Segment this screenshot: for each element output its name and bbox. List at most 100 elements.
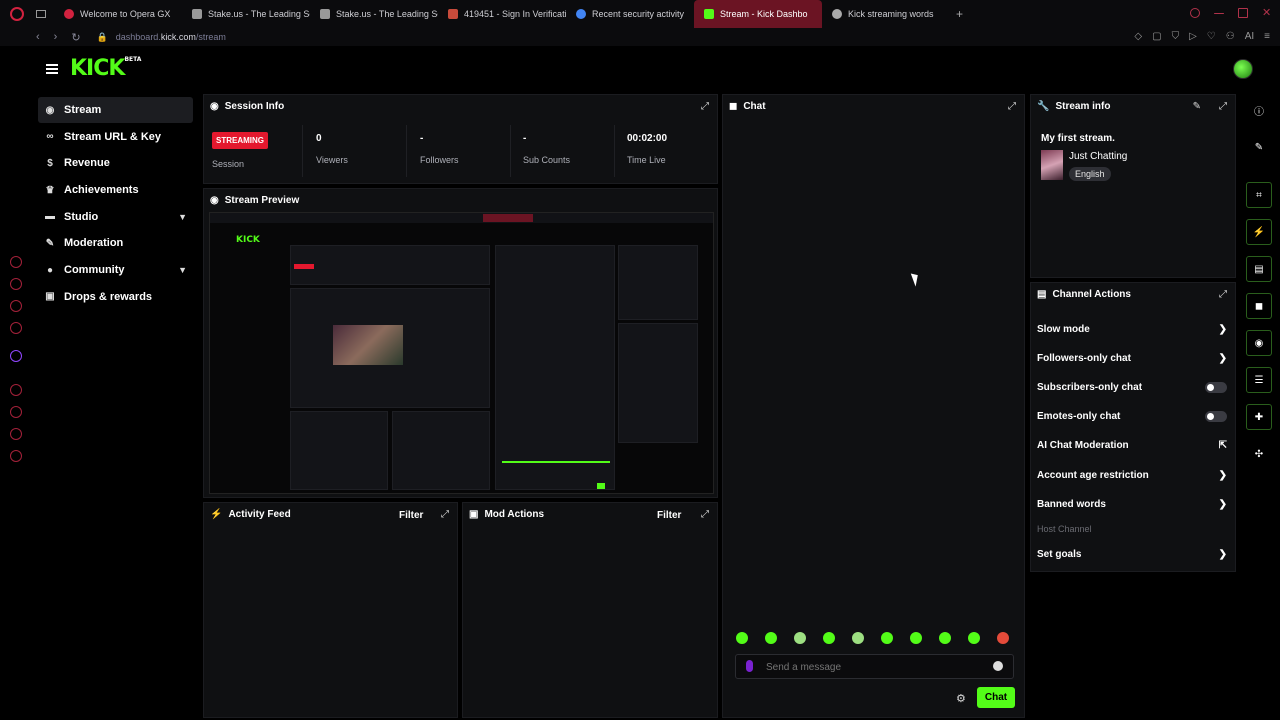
- player-icon[interactable]: ▷: [1189, 31, 1197, 42]
- preview-chat-button: [597, 483, 605, 489]
- popout-icon[interactable]: ⤢: [1008, 101, 1016, 112]
- account-age-restriction-item[interactable]: Account age restriction ❯: [1037, 465, 1231, 485]
- browser-tab[interactable]: Kick streaming words: [822, 0, 950, 28]
- emote-icon[interactable]: [794, 632, 806, 644]
- document-icon[interactable]: ▤: [1246, 256, 1272, 282]
- category-thumbnail: [1041, 150, 1063, 180]
- popout-icon[interactable]: ⤢: [441, 509, 449, 520]
- preview-session-panel: [290, 245, 490, 285]
- twitch-icon[interactable]: [10, 350, 22, 362]
- emoji-icon[interactable]: [993, 661, 1003, 671]
- chat-icon[interactable]: ◼: [1246, 293, 1272, 319]
- external-link-icon: ⇱: [1218, 439, 1227, 451]
- emotes-only-toggle[interactable]: [1205, 410, 1227, 422]
- chevron-down-icon[interactable]: ▼: [178, 212, 187, 222]
- stream-category[interactable]: Just Chatting: [1069, 151, 1127, 162]
- browser-tab-active[interactable]: Stream - Kick Dashbo: [694, 0, 822, 28]
- chat-message-input[interactable]: [766, 659, 986, 675]
- popout-icon[interactable]: ⤢: [1219, 101, 1227, 112]
- maximize-icon[interactable]: [1238, 8, 1248, 18]
- opera-sidebar-icon[interactable]: [10, 278, 22, 290]
- subscribers-only-toggle[interactable]: [1205, 381, 1227, 393]
- opera-sidebar-icon[interactable]: [10, 428, 22, 440]
- avatar[interactable]: [1233, 59, 1253, 79]
- popout-icon[interactable]: ⤢: [701, 509, 709, 520]
- shield-icon[interactable]: ⛉: [1172, 31, 1180, 42]
- history-icon[interactable]: [10, 406, 22, 418]
- filter-button[interactable]: Filter: [399, 510, 423, 521]
- chat-settings-gear-icon[interactable]: ⚙: [956, 692, 966, 705]
- emote-icon[interactable]: [881, 632, 893, 644]
- url-text[interactable]: dashboard.kick.com/stream: [116, 32, 226, 42]
- emote-icon[interactable]: [852, 632, 864, 644]
- set-goals-item[interactable]: Set goals ❯: [1037, 544, 1231, 564]
- info-icon[interactable]: ⓘ: [1246, 97, 1272, 123]
- preview-mod-panel: [392, 411, 490, 490]
- sidebar-item-studio[interactable]: ▬ Studio ▼: [38, 204, 193, 230]
- back-icon[interactable]: ‹: [36, 31, 40, 44]
- browser-tab[interactable]: Stake.us - The Leading Sc: [310, 0, 438, 28]
- sidebar-item-revenue[interactable]: $ Revenue: [38, 150, 193, 176]
- close-icon[interactable]: ✕: [1262, 8, 1272, 19]
- edit-icon[interactable]: ✎: [1246, 134, 1272, 160]
- emote-icon[interactable]: [765, 632, 777, 644]
- slow-mode-item[interactable]: Slow mode ❯: [1037, 319, 1231, 339]
- sidebar-item-drops-rewards[interactable]: ▣ Drops & rewards: [38, 284, 193, 310]
- snapshot-icon[interactable]: ▢: [1152, 31, 1161, 42]
- lightning-icon[interactable]: ⚡: [1246, 219, 1272, 245]
- emote-icon[interactable]: [997, 632, 1009, 644]
- browser-tab[interactable]: Welcome to Opera GX: [54, 0, 182, 28]
- chat-panel: ◼ Chat ⤢: [722, 94, 1025, 718]
- edit-icon[interactable]: ✎: [1193, 101, 1201, 112]
- opera-logo-icon[interactable]: [10, 7, 24, 21]
- popout-icon[interactable]: ⤢: [1219, 289, 1227, 300]
- microphone-icon[interactable]: [746, 660, 753, 672]
- stream-preview-video[interactable]: KICK: [209, 212, 714, 494]
- sidebar-item-achievements[interactable]: ♛ Achievements: [38, 177, 193, 203]
- hamburger-menu-icon[interactable]: [46, 64, 58, 74]
- ai-chat-moderation-item[interactable]: AI Chat Moderation ⇱: [1037, 435, 1231, 455]
- browser-tab[interactable]: 419451 - Sign In Verificatio: [438, 0, 566, 28]
- banned-words-item[interactable]: Banned words ❯: [1037, 494, 1231, 514]
- search-icon[interactable]: [1190, 8, 1200, 18]
- extension-icon[interactable]: ◇: [1134, 31, 1142, 42]
- menu-icon[interactable]: ≡: [1264, 31, 1270, 42]
- forward-icon[interactable]: ›: [54, 31, 58, 44]
- ai-button[interactable]: AI: [1245, 31, 1254, 42]
- chevron-down-icon[interactable]: ▼: [178, 265, 187, 275]
- browser-tab[interactable]: Recent security activity: [566, 0, 694, 28]
- opera-sidebar: [0, 46, 32, 720]
- kick-logo[interactable]: KICKBETA: [70, 56, 141, 81]
- opera-sidebar-icon[interactable]: [10, 300, 22, 312]
- heart-icon[interactable]: ♡: [1207, 31, 1216, 42]
- emote-icon[interactable]: [910, 632, 922, 644]
- browser-tab[interactable]: Stake.us - The Leading Sc: [182, 0, 310, 28]
- tab-sidebar-icon[interactable]: [36, 10, 46, 18]
- reload-icon[interactable]: ↻: [71, 31, 80, 44]
- minimize-icon[interactable]: [1214, 13, 1224, 14]
- emote-icon[interactable]: [939, 632, 951, 644]
- sidebar-item-stream-url-key[interactable]: ∞ Stream URL & Key: [38, 124, 193, 150]
- send-chat-button[interactable]: Chat: [977, 687, 1015, 708]
- widgets-icon[interactable]: ✣: [1246, 441, 1272, 467]
- emote-icon[interactable]: [823, 632, 835, 644]
- sidebar-item-community[interactable]: ● Community ▼: [38, 257, 193, 283]
- layers-icon[interactable]: ☰: [1246, 367, 1272, 393]
- broadcast-icon[interactable]: ◉: [1246, 330, 1272, 356]
- emote-icon[interactable]: [968, 632, 980, 644]
- opera-sidebar-icon[interactable]: [10, 256, 22, 268]
- profile-icon[interactable]: ⚇: [1226, 31, 1235, 42]
- scan-icon[interactable]: ⌗: [1246, 182, 1272, 208]
- new-tab-icon[interactable]: +: [956, 7, 963, 21]
- preview-chat-panel: [495, 245, 615, 490]
- sidebar-item-moderation[interactable]: ✎ Moderation: [38, 230, 193, 256]
- opera-sidebar-icon[interactable]: [10, 384, 22, 396]
- opera-sidebar-icon[interactable]: [10, 322, 22, 334]
- emote-icon[interactable]: [736, 632, 748, 644]
- settings-icon[interactable]: [10, 450, 22, 462]
- popout-icon[interactable]: ⤢: [701, 101, 709, 112]
- wrench-icon[interactable]: ✚: [1246, 404, 1272, 430]
- sidebar-item-stream[interactable]: ◉ Stream: [38, 97, 193, 123]
- filter-button[interactable]: Filter: [657, 510, 681, 521]
- followers-only-chat-item[interactable]: Followers-only chat ❯: [1037, 348, 1231, 368]
